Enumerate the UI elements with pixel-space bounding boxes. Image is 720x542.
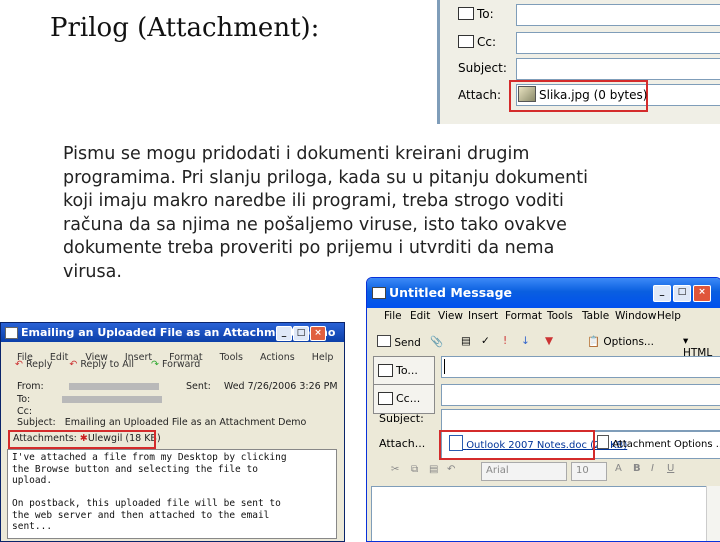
vertical-scrollbar[interactable] [706, 486, 720, 541]
envelope-icon [5, 327, 18, 339]
compose-toolbar: Send 📎 ▤ ✓ ! ↓ ▼ 📋 Options... ▾ HTML [373, 333, 715, 359]
toolbar: ↶ Reply ↶ Reply to All ↷ Forward [15, 359, 200, 370]
cut-icon[interactable]: ✂ [391, 464, 399, 475]
to-row: To: [17, 394, 163, 405]
reply-all-button[interactable]: ↶ Reply to All [69, 359, 134, 370]
menu-file[interactable]: File [384, 310, 402, 322]
menu-view[interactable]: View [438, 310, 463, 322]
underline-icon[interactable]: U [667, 463, 674, 474]
cc-field[interactable] [516, 32, 720, 54]
subject-label: Subject: [458, 61, 507, 75]
menu-tools[interactable]: Tools [547, 310, 573, 322]
title-bar: Untitled Message _ □ × [367, 278, 720, 308]
cc-field[interactable] [441, 384, 720, 406]
minimize-button[interactable]: _ [653, 285, 671, 302]
paragraph-line: programima. Pri slanju priloga, kada su … [63, 167, 588, 188]
address-book-icon [458, 35, 474, 48]
cc-button[interactable]: Cc: [458, 35, 496, 49]
send-icon [377, 335, 391, 347]
copy-icon[interactable]: ⧉ [411, 464, 418, 475]
envelope-icon [372, 287, 386, 299]
from-row: From: [17, 381, 159, 392]
address-book-icon [458, 7, 474, 20]
menu-bar: File Edit View Insert Format Tools Table… [367, 310, 720, 328]
font-color-icon[interactable]: A [615, 463, 622, 474]
menu-help[interactable]: Help [657, 310, 681, 322]
address-book-icon[interactable]: ▤ [461, 335, 471, 347]
window-title: Untitled Message [389, 285, 513, 300]
sent-row: Sent: Wed 7/26/2006 3:26 PM [186, 381, 338, 392]
menu-table[interactable]: Table [582, 310, 609, 322]
attachment-item[interactable]: Slika.jpg (0 bytes) [518, 86, 647, 102]
undo-icon[interactable]: ↶ [447, 464, 455, 475]
formatting-toolbar: ✂ ⧉ ▤ ↶ Arial 10 A B I U [371, 460, 720, 484]
paste-icon[interactable]: ▤ [429, 464, 438, 475]
importance-low-icon[interactable]: ↓ [521, 335, 530, 347]
to-field[interactable] [516, 4, 720, 26]
message-body[interactable] [371, 486, 707, 541]
forward-icon: ↷ [151, 359, 160, 370]
attach-label: Attach... [379, 437, 426, 450]
attachment-options-icon [597, 435, 609, 449]
menu-insert[interactable]: Insert [468, 310, 498, 322]
options-button[interactable]: 📋 Options... [587, 335, 654, 348]
menu-window[interactable]: Window [615, 310, 656, 322]
redacted-sender [68, 383, 159, 390]
paragraph-line: koji imaju makro naredbe ili programi, t… [63, 191, 564, 211]
to-field[interactable] [441, 356, 720, 378]
received-email-window: Emailing an Uploaded File as an Attachme… [0, 322, 345, 542]
flag-icon[interactable]: ▼ [545, 335, 553, 347]
cc-row: Cc: [17, 406, 33, 417]
address-book-icon [378, 392, 393, 405]
font-name-select[interactable]: Arial [481, 462, 567, 481]
check-names-icon[interactable]: ✓ [481, 335, 490, 347]
subject-label: Subject: [379, 412, 424, 425]
subject-field[interactable] [441, 409, 720, 431]
reply-icon: ↶ [15, 359, 23, 370]
attachment-highlight [8, 430, 156, 449]
menu-edit[interactable]: Edit [410, 310, 430, 322]
italic-icon[interactable]: I [651, 463, 654, 474]
close-button[interactable]: × [310, 326, 326, 341]
subject-field[interactable] [516, 58, 720, 80]
importance-high-icon[interactable]: ! [503, 335, 507, 347]
redacted-recipient [62, 396, 163, 403]
image-file-icon [518, 86, 536, 102]
paragraph-line: dokumente treba proveriti po prijemu i u… [63, 238, 555, 258]
text-cursor [444, 359, 445, 374]
slide-paragraph: Pismu se mogu pridodati i dokumenti krei… [63, 143, 663, 284]
cc-button[interactable]: Cc... [373, 384, 435, 414]
message-body[interactable]: I've attached a file from my Desktop by … [7, 449, 337, 539]
reply-all-icon: ↶ [69, 359, 78, 370]
reply-button[interactable]: ↶ Reply [15, 359, 52, 370]
minimize-button[interactable]: _ [276, 326, 292, 341]
paragraph-line: Pismu se mogu pridodati i dokumenti krei… [63, 144, 530, 164]
attachment-highlight [439, 430, 595, 460]
paragraph-line: računa da sa njima ne pošaljemo viruse, … [63, 214, 567, 235]
compose-message-window: Untitled Message _ □ × File Edit View In… [366, 277, 720, 542]
slide-title: Prilog (Attachment): [50, 13, 320, 43]
to-button[interactable]: To: [458, 7, 494, 21]
restore-button[interactable]: □ [293, 326, 309, 341]
forward-button[interactable]: ↷ Forward [151, 359, 200, 370]
menu-format[interactable]: Format [505, 310, 542, 322]
to-button[interactable]: To... [373, 356, 435, 386]
outlook-header-fragment: To: Cc: Subject: Attach: Slika.jpg (0 by… [437, 0, 720, 124]
title-bar: Emailing an Uploaded File as an Attachme… [1, 323, 344, 342]
address-book-icon [378, 364, 393, 377]
attach-file-icon[interactable]: 📎 [430, 335, 443, 348]
send-button[interactable]: Send [377, 335, 421, 349]
subject-row: Subject: Emailing an Uploaded File as an… [17, 417, 307, 428]
menu-help[interactable]: Help [312, 352, 334, 363]
font-size-select[interactable]: 10 [571, 462, 607, 481]
menu-tools[interactable]: Tools [220, 352, 243, 363]
menu-actions[interactable]: Actions [260, 352, 295, 363]
maximize-button[interactable]: □ [673, 285, 691, 302]
attachment-options-button[interactable]: Attachment Options ... [597, 435, 720, 450]
attach-label: Attach: [458, 88, 502, 102]
bold-icon[interactable]: B [633, 463, 641, 474]
close-button[interactable]: × [693, 285, 711, 302]
